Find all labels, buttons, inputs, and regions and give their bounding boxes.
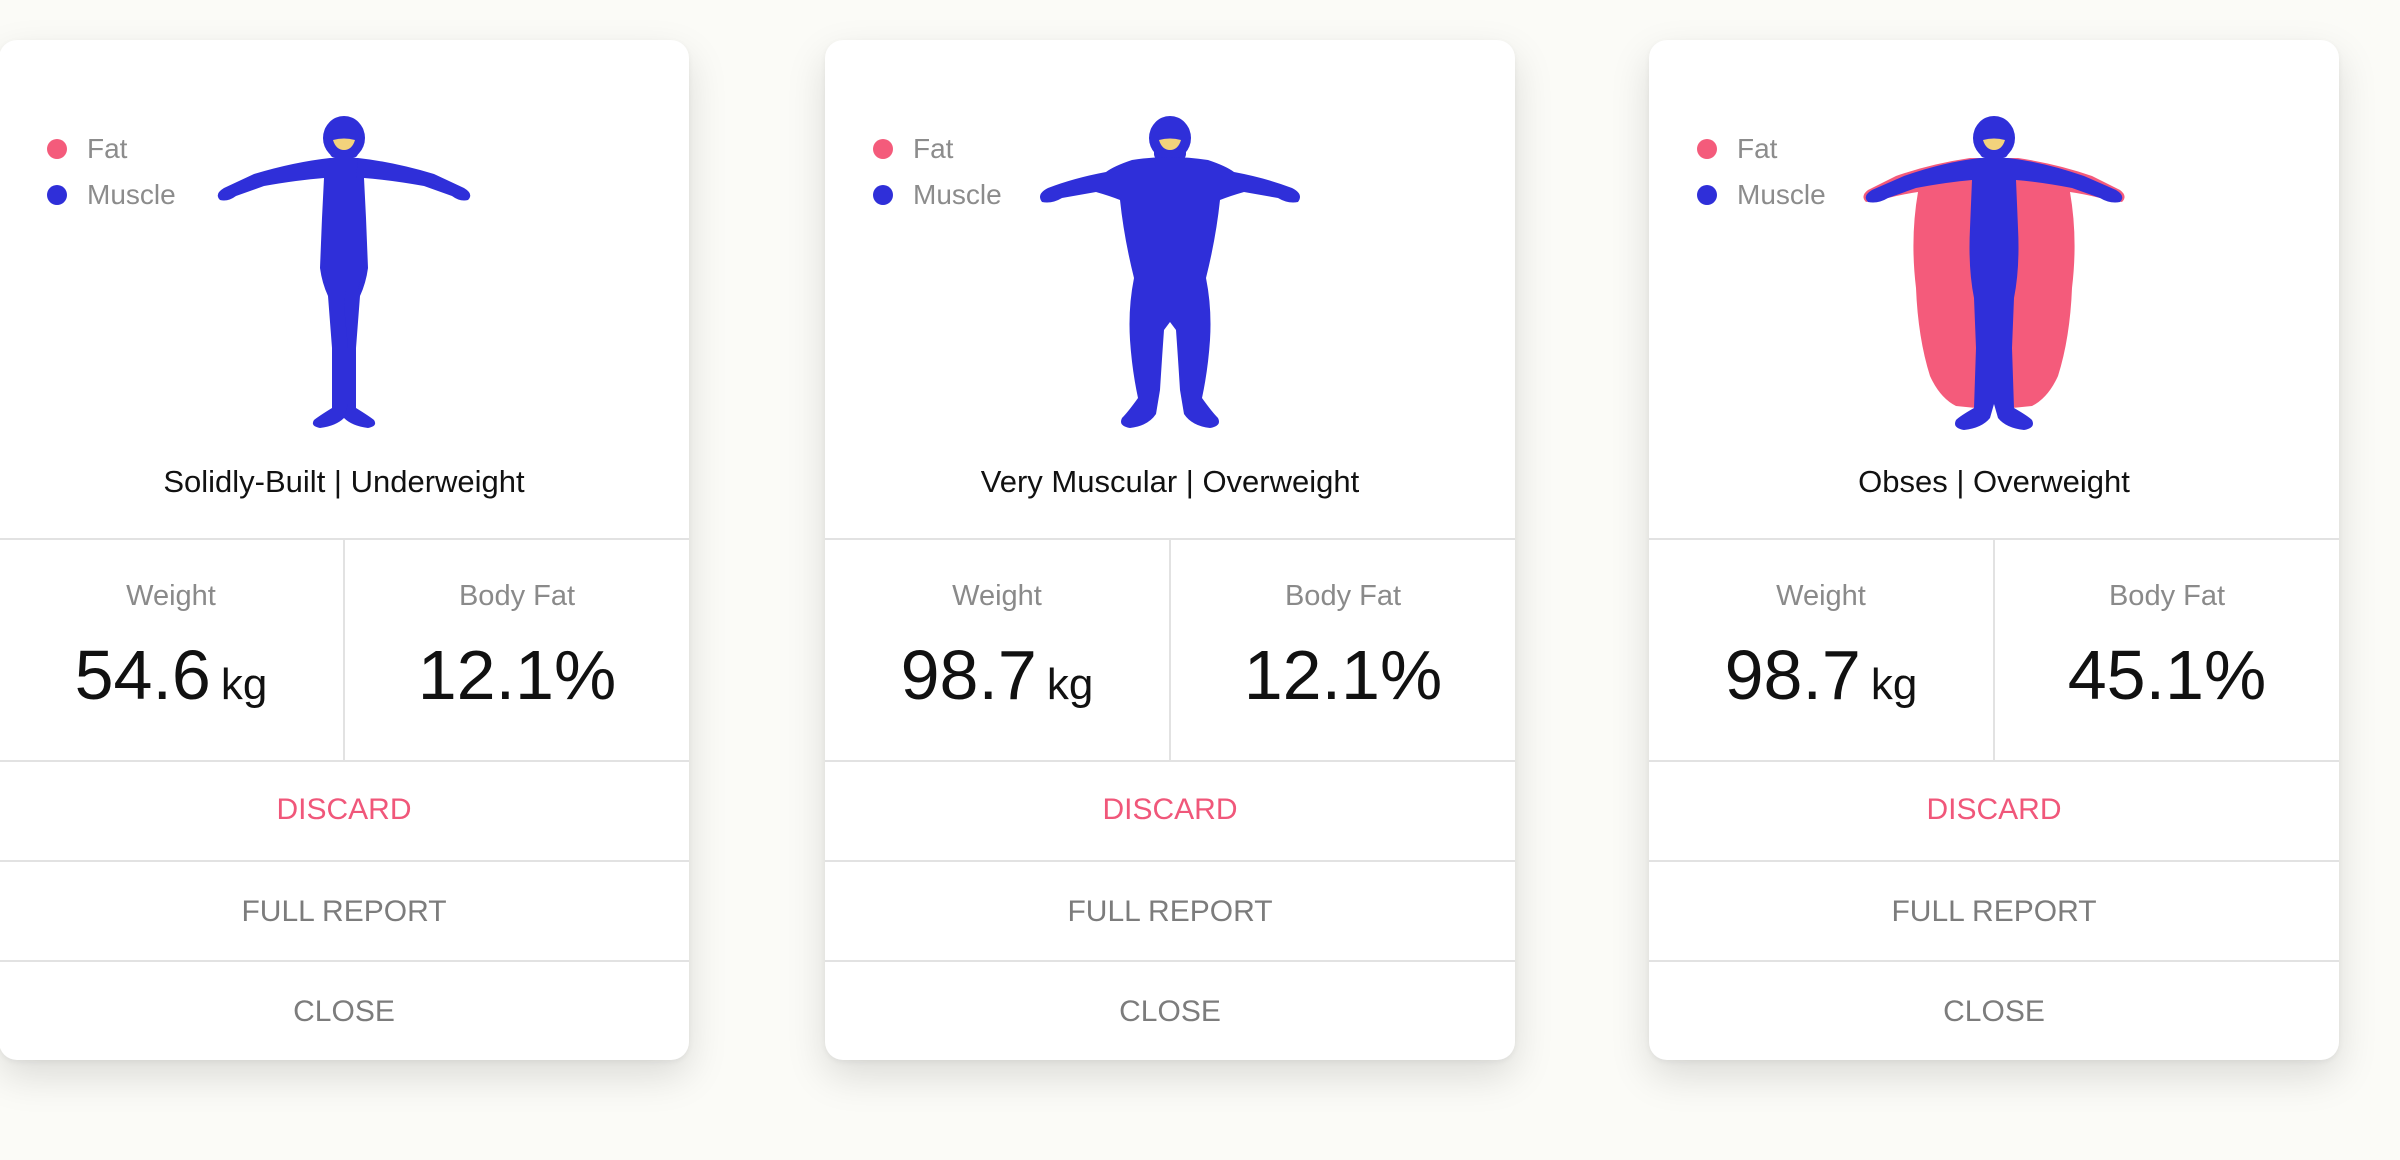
legend-item-muscle: Muscle bbox=[1697, 172, 1826, 218]
body-classification: Very Muscular | Overweight bbox=[980, 464, 1360, 499]
legend: Fat Muscle bbox=[873, 126, 1002, 218]
weight-value: 54.6 kg bbox=[0, 640, 343, 710]
body-figure-very-muscular-icon bbox=[1020, 108, 1320, 448]
weight-unit: kg bbox=[220, 660, 268, 709]
discard-button[interactable]: DISCARD bbox=[1649, 760, 2339, 859]
body-result-card: Fat Muscle Solidly-Built | Underweight W… bbox=[0, 40, 689, 1060]
body-classification: Obses | Overweight bbox=[1858, 464, 2130, 499]
body-fat-label: Body Fat bbox=[1284, 580, 1402, 612]
body-fat-stat: Body Fat 12.1% bbox=[343, 540, 689, 760]
legend-label: Muscle bbox=[87, 179, 176, 210]
body-fat-value: 45.1% bbox=[2067, 636, 2267, 714]
full-report-button[interactable]: FULL REPORT bbox=[0, 860, 689, 961]
weight-value: 98.7 kg bbox=[1649, 640, 1993, 710]
legend-item-muscle: Muscle bbox=[873, 172, 1002, 218]
legend-item-fat: Fat bbox=[1697, 126, 1826, 172]
weight-stat: Weight 54.6 kg bbox=[0, 540, 343, 760]
close-button[interactable]: CLOSE bbox=[825, 960, 1515, 1060]
full-report-button[interactable]: FULL REPORT bbox=[825, 860, 1515, 961]
body-result-card: Fat Muscle Obses | Overweight Weight 98.… bbox=[1649, 40, 2339, 1060]
body-fat-stat: Body Fat 45.1% bbox=[1993, 540, 2339, 760]
weight-number: 98.7 bbox=[1724, 636, 1861, 714]
close-button[interactable]: CLOSE bbox=[0, 960, 689, 1060]
weight-label: Weight bbox=[952, 580, 1042, 612]
fat-dot-icon bbox=[1697, 139, 1717, 159]
weight-stat: Weight 98.7 kg bbox=[825, 540, 1169, 760]
stats-row: Weight 98.7 kg Body Fat 12.1% bbox=[825, 538, 1515, 762]
legend-label: Fat bbox=[87, 133, 128, 164]
body-result-card: Fat Muscle Very Muscular | Overweight We… bbox=[825, 40, 1515, 1060]
body-fat-value: 12.1% bbox=[417, 636, 617, 714]
fat-dot-icon bbox=[47, 139, 67, 159]
legend: Fat Muscle bbox=[47, 126, 176, 218]
muscle-dot-icon bbox=[47, 185, 67, 205]
muscle-dot-icon bbox=[873, 185, 893, 205]
weight-number: 98.7 bbox=[900, 636, 1037, 714]
body-fat-label: Body Fat bbox=[2108, 580, 2226, 612]
muscle-dot-icon bbox=[1697, 185, 1717, 205]
stats-row: Weight 98.7 kg Body Fat 45.1% bbox=[1649, 538, 2339, 762]
weight-value: 98.7 kg bbox=[825, 640, 1169, 710]
legend-label: Fat bbox=[913, 133, 954, 164]
legend-item-fat: Fat bbox=[47, 126, 176, 172]
legend-label: Fat bbox=[1737, 133, 1778, 164]
legend: Fat Muscle bbox=[1697, 126, 1826, 218]
weight-label: Weight bbox=[1776, 580, 1866, 612]
body-figure-obese-icon bbox=[1844, 108, 2144, 448]
legend-item-fat: Fat bbox=[873, 126, 1002, 172]
discard-button[interactable]: DISCARD bbox=[825, 760, 1515, 859]
body-figure-solidly-built-icon bbox=[194, 108, 494, 448]
fat-dot-icon bbox=[873, 139, 893, 159]
body-fat-label: Body Fat bbox=[458, 580, 576, 612]
weight-stat: Weight 98.7 kg bbox=[1649, 540, 1993, 760]
body-fat-value: 12.1% bbox=[1243, 636, 1443, 714]
stats-row: Weight 54.6 kg Body Fat 12.1% bbox=[0, 538, 689, 762]
body-classification: Solidly-Built | Underweight bbox=[163, 464, 525, 499]
weight-label: Weight bbox=[126, 580, 216, 612]
body-fat-stat: Body Fat 12.1% bbox=[1169, 540, 1515, 760]
legend-label: Muscle bbox=[913, 179, 1002, 210]
weight-unit: kg bbox=[1870, 660, 1918, 709]
weight-unit: kg bbox=[1046, 660, 1094, 709]
full-report-button[interactable]: FULL REPORT bbox=[1649, 860, 2339, 961]
legend-label: Muscle bbox=[1737, 179, 1826, 210]
close-button[interactable]: CLOSE bbox=[1649, 960, 2339, 1060]
weight-number: 54.6 bbox=[74, 636, 211, 714]
discard-button[interactable]: DISCARD bbox=[0, 760, 689, 859]
legend-item-muscle: Muscle bbox=[47, 172, 176, 218]
